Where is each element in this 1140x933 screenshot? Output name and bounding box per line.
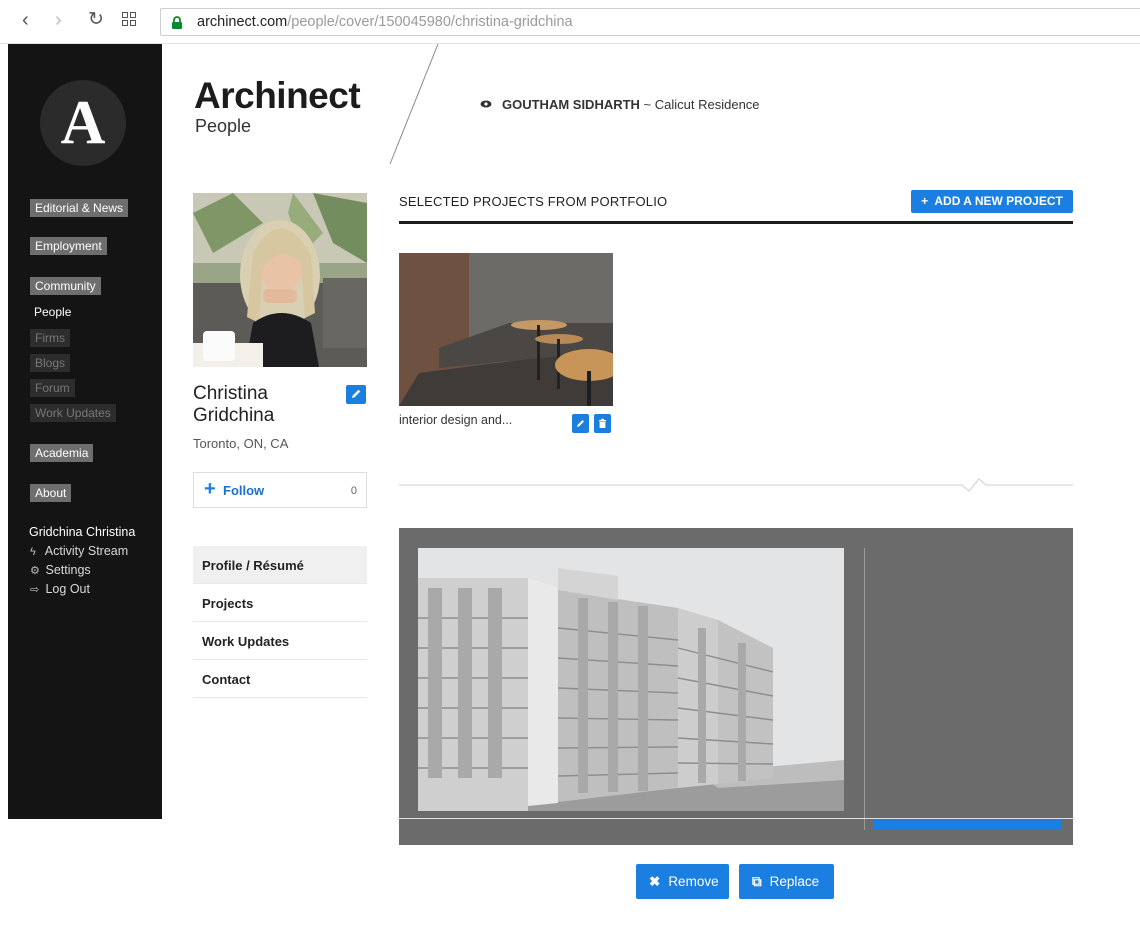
section-divider <box>399 478 1073 492</box>
nav-employment[interactable]: Employment <box>30 237 107 255</box>
viewing-project[interactable]: GOUTHAM SIDHARTH ~ Calicut Residence <box>480 97 760 112</box>
replace-label: Replace <box>769 874 820 889</box>
eye-icon <box>480 100 492 108</box>
plus-icon: + <box>204 478 216 500</box>
plus-icon: + <box>921 194 929 208</box>
address-bar[interactable]: archinect.com/people/cover/150045980/chr… <box>160 8 1140 36</box>
profile-name: Christina Gridchina <box>193 383 333 427</box>
gear-icon: ⚙ <box>30 565 40 577</box>
nav-blogs[interactable]: Blogs <box>30 354 71 372</box>
url-text: archinect.com/people/cover/150045980/chr… <box>197 14 573 30</box>
profile-first-name: Christina <box>193 383 268 404</box>
add-new-project-button[interactable]: + ADD A NEW PROJECT <box>911 190 1073 213</box>
replace-button[interactable]: ⧉ Replace <box>739 864 834 899</box>
copy-icon: ⧉ <box>752 874 762 889</box>
nav-about[interactable]: About <box>30 484 72 502</box>
logout-label: Log Out <box>45 582 90 596</box>
forward-icon[interactable]: › <box>55 10 62 30</box>
logout-link[interactable]: ⇨ Log Out <box>30 582 90 596</box>
cover-image[interactable] <box>418 548 844 811</box>
site-sidebar: A Editorial & News Employment Community … <box>8 44 162 819</box>
nav-work-updates[interactable]: Work Updates <box>30 404 116 422</box>
nav-academia[interactable]: Academia <box>30 444 94 462</box>
trash-icon <box>599 418 606 428</box>
follow-label: Follow <box>223 483 265 498</box>
follow-button[interactable]: + Follow 0 <box>193 472 367 508</box>
profile-menu-projects[interactable]: Projects <box>193 584 367 622</box>
reload-icon[interactable]: ↻ <box>88 10 104 30</box>
pencil-icon <box>352 389 361 398</box>
current-user-name[interactable]: Gridchina Christina <box>29 525 135 539</box>
archinect-logo[interactable]: A <box>40 80 126 166</box>
edit-project-button[interactable] <box>572 414 589 433</box>
header-slash-divider <box>389 44 439 165</box>
apps-icon[interactable] <box>122 10 136 30</box>
settings-link[interactable]: ⚙ Settings <box>30 563 91 577</box>
crop-guide-bottom <box>399 818 1073 819</box>
back-icon[interactable]: ‹ <box>22 10 29 30</box>
viewing-project-name: Calicut Residence <box>654 97 760 112</box>
nav-firms[interactable]: Firms <box>30 329 70 347</box>
remove-label: Remove <box>668 874 719 889</box>
profile-menu-work-updates[interactable]: Work Updates <box>193 622 367 660</box>
nav-editorial-news[interactable]: Editorial & News <box>30 199 129 217</box>
logout-icon: ⇨ <box>30 584 40 596</box>
add-new-project-label: ADD A NEW PROJECT <box>934 194 1063 208</box>
profile-menu-contact[interactable]: Contact <box>193 660 367 698</box>
browser-toolbar: ‹ › ↻ archinect.com/people/cover/1500459… <box>0 0 1140 44</box>
lock-icon <box>171 16 183 29</box>
profile-avatar[interactable] <box>193 193 367 367</box>
remove-button[interactable]: ✖ Remove <box>636 864 729 899</box>
delete-project-button[interactable] <box>594 414 611 433</box>
project-thumbnail[interactable] <box>399 253 613 406</box>
close-icon: ✖ <box>649 874 661 889</box>
brand-title[interactable]: Archinect <box>194 76 361 116</box>
logo-letter: A <box>60 89 106 157</box>
pencil-icon <box>577 420 584 427</box>
nav-people[interactable]: People <box>30 303 76 321</box>
url-path: /people/cover/150045980/christina-gridch… <box>287 14 573 30</box>
viewing-separator: ~ <box>639 97 655 112</box>
section-rule <box>399 221 1073 224</box>
url-host: archinect.com <box>197 14 288 30</box>
activity-stream-label: Activity Stream <box>44 544 129 558</box>
profile-location: Toronto, ON, CA <box>193 436 289 451</box>
activity-stream-link[interactable]: ϟ Activity Stream <box>30 544 128 558</box>
viewing-user-name: GOUTHAM SIDHARTH <box>502 97 640 112</box>
cover-image-cropper[interactable] <box>399 528 1073 845</box>
section-title: SELECTED PROJECTS FROM PORTFOLIO <box>399 194 668 209</box>
edit-profile-button[interactable] <box>346 385 366 404</box>
profile-last-name: Gridchina <box>193 405 275 426</box>
bolt-icon: ϟ <box>30 546 36 558</box>
nav-community[interactable]: Community <box>30 277 101 295</box>
project-title[interactable]: interior design and... <box>399 413 512 427</box>
crop-action-button[interactable] <box>873 820 1061 830</box>
crop-guide-line <box>864 548 865 830</box>
settings-label: Settings <box>45 563 91 577</box>
profile-menu-resume[interactable]: Profile / Résumé <box>193 546 367 584</box>
follower-count: 0 <box>350 485 357 497</box>
nav-forum[interactable]: Forum <box>30 379 75 397</box>
brand-subtitle: People <box>195 116 252 136</box>
